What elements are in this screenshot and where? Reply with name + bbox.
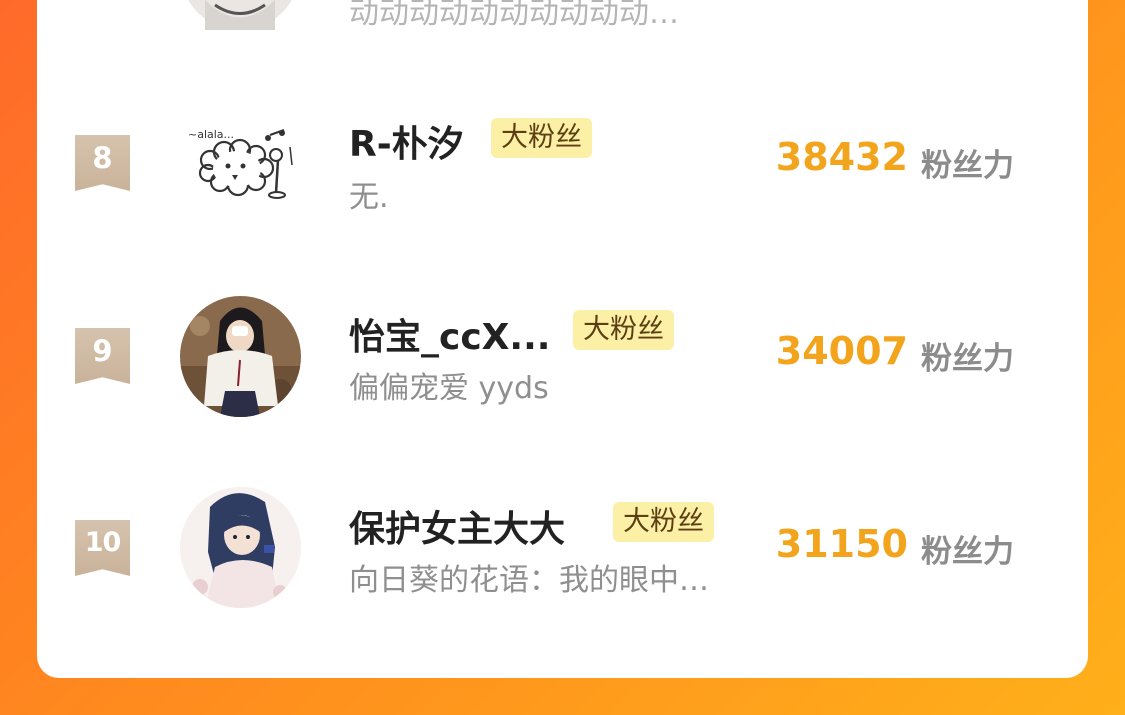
big-fan-badge: 大粉丝: [491, 118, 592, 158]
big-fan-badge: 大粉丝: [573, 310, 674, 350]
anime-girl-avatar-icon[interactable]: [180, 487, 301, 608]
fan-score-unit: 粉丝力: [921, 341, 1014, 377]
big-fan-badge: 大粉丝: [613, 502, 714, 542]
fan-ranking-card: 动动动动动动动动动动… 8 ~alala... R-朴汐 大粉丝 无. 3843…: [37, 0, 1088, 678]
fan-score: 34007: [775, 329, 908, 373]
girl-photo-avatar-icon[interactable]: [180, 296, 301, 417]
user-name[interactable]: R-朴汐: [349, 115, 464, 167]
fan-score-unit: 粉丝力: [921, 534, 1014, 570]
page: { "previous_row": { "signature": "动动动动动动…: [0, 0, 1125, 715]
ranking-row-9[interactable]: 9 怡宝_ccX... 大粉丝 偏偏宠爱 yyds 34007 粉丝力: [37, 288, 1088, 428]
ranking-row-10[interactable]: 10 保护女主大大 大粉丝 向日葵的花语：我的眼中… 31150 粉丝力: [37, 480, 1088, 620]
previous-user-signature: 动动动动动动动动动动…: [349, 0, 679, 31]
user-signature: 无.: [349, 180, 389, 215]
rank-badge: 9: [75, 328, 130, 384]
fan-score: 31150: [775, 522, 908, 566]
ranking-row-8[interactable]: 8 ~alala... R-朴汐 大粉丝 无. 38432 粉丝力: [37, 95, 1088, 235]
fan-score-unit: 粉丝力: [921, 148, 1014, 184]
cartoon-sheep-avatar-icon[interactable]: ~alala...: [180, 105, 301, 226]
previous-user-avatar[interactable]: [180, 0, 301, 30]
svg-text:~alala...: ~alala...: [188, 128, 234, 141]
rank-badge: 10: [75, 520, 130, 576]
rank-badge: 8: [75, 135, 130, 191]
user-name[interactable]: 怡宝_ccX...: [349, 308, 550, 360]
user-signature: 向日葵的花语：我的眼中…: [349, 563, 709, 598]
fan-score: 38432: [775, 135, 908, 179]
user-signature: 偏偏宠爱 yyds: [349, 371, 549, 406]
user-name[interactable]: 保护女主大大: [349, 500, 565, 552]
